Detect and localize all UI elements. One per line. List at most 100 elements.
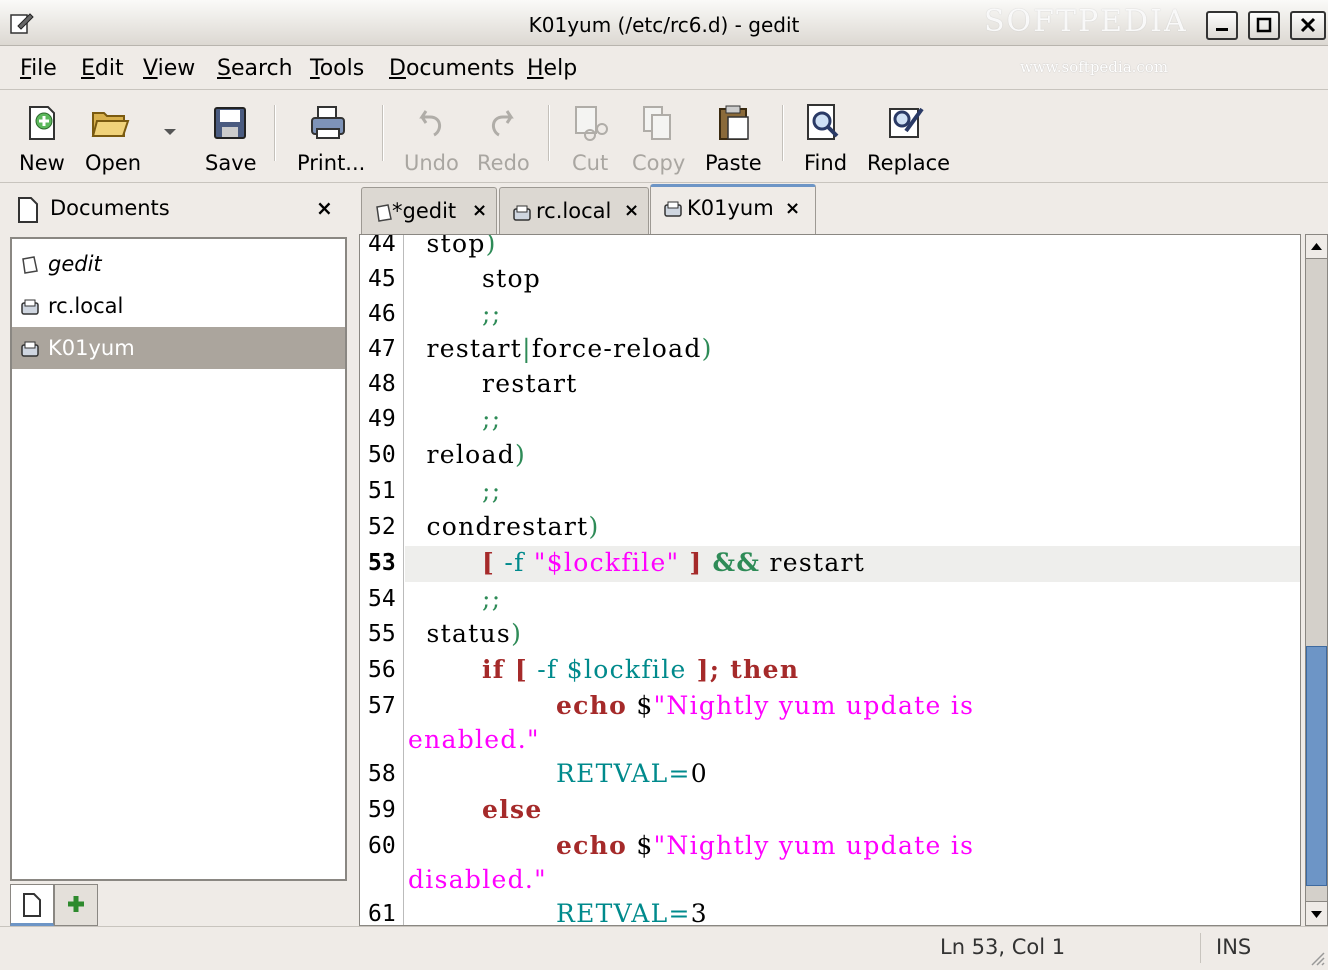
copy-icon	[643, 106, 671, 140]
document-icon	[18, 197, 38, 223]
resize-grip-icon[interactable]	[1308, 949, 1326, 967]
toolbar-separator	[274, 105, 276, 161]
print-button[interactable]: Print...	[292, 99, 368, 177]
line-number: 44	[368, 234, 396, 257]
tab-close-button[interactable]: ×	[624, 200, 639, 221]
plus-icon	[68, 896, 84, 912]
close-icon	[1300, 17, 1316, 33]
code-line: ;;	[408, 476, 502, 505]
toolbar-separator	[548, 105, 550, 161]
code-line: else	[481, 795, 543, 824]
tab-close-button[interactable]: ×	[785, 198, 800, 219]
script-document-icon	[513, 205, 531, 221]
line-number: 45	[368, 266, 396, 292]
cursor-position: Ln 53, Col 1	[940, 935, 1066, 959]
code-line: restart|force-reload)	[408, 334, 713, 363]
code-line: echo $"Nightly yum update is	[555, 831, 975, 860]
line-number: 48	[368, 371, 396, 397]
open-folder-icon	[91, 112, 130, 137]
chevron-down-icon	[164, 129, 176, 135]
line-number: 60	[368, 833, 396, 859]
side-pane-tabs	[10, 884, 347, 926]
side-tab-documents[interactable]	[10, 884, 54, 926]
line-number: 50	[368, 442, 396, 468]
replace-icon	[889, 107, 924, 138]
close-window-button[interactable]	[1290, 11, 1326, 40]
script-document-icon	[21, 341, 39, 357]
code-line: restart	[408, 369, 578, 398]
scroll-down-button[interactable]	[1306, 901, 1327, 925]
code-line: echo $"Nightly yum update is	[555, 691, 975, 720]
arrow-down-icon	[1311, 911, 1322, 918]
menu-help[interactable]: Help	[527, 56, 577, 81]
tab-close-button[interactable]: ×	[472, 200, 487, 221]
menu-tools[interactable]: Tools	[310, 56, 364, 81]
menu-bar: File Edit View Search Tools Documents He…	[0, 46, 1328, 90]
code-line: ;;	[408, 584, 502, 613]
script-document-icon	[21, 299, 39, 315]
tab-rc-local[interactable]: rc.local ×	[499, 187, 649, 234]
line-number: 61	[368, 901, 396, 926]
minimize-button[interactable]	[1206, 11, 1238, 40]
script-document-icon	[664, 201, 682, 217]
code-line: ;;	[408, 404, 502, 433]
scroll-up-button[interactable]	[1306, 235, 1327, 259]
scrollbar-thumb[interactable]	[1306, 646, 1327, 886]
line-number: 49	[368, 406, 396, 432]
status-divider	[1200, 933, 1201, 963]
copy-button[interactable]: Copy	[628, 99, 690, 177]
menu-documents[interactable]: Documents	[389, 56, 514, 81]
code-line: condrestart)	[408, 512, 600, 541]
vertical-scrollbar[interactable]	[1305, 234, 1328, 926]
softpedia-watermark: SOFTPEDIA	[984, 4, 1188, 39]
code-line: RETVAL=3	[555, 899, 708, 926]
undo-button[interactable]: Undo	[400, 99, 462, 177]
new-button[interactable]: New	[14, 99, 70, 177]
line-number: 51	[368, 478, 396, 504]
document-list-item-k01yum[interactable]: K01yum	[12, 327, 345, 369]
menu-edit[interactable]: Edit	[81, 56, 124, 81]
cut-button[interactable]: Cut	[566, 99, 616, 177]
redo-icon	[492, 110, 514, 137]
redo-button[interactable]: Redo	[473, 99, 535, 177]
toolbar-separator	[382, 105, 384, 161]
line-number: 53	[368, 550, 396, 576]
line-number: 58	[368, 761, 396, 787]
insert-mode-indicator: INS	[1216, 935, 1252, 959]
code-line: [ -f "$lockfile" ] && restart	[481, 548, 866, 577]
code-line-wrapped: disabled."	[408, 865, 547, 894]
text-editor[interactable]: 44 45 46 47 48 49 50 51 52 53 54 55 56 57 58 59 60 61 sto…	[359, 234, 1301, 926]
line-number: 57	[368, 693, 396, 719]
menu-search[interactable]: Search	[217, 56, 293, 81]
side-tab-add[interactable]	[54, 884, 98, 926]
side-pane: Documents × gedit rc.local K01yum	[0, 184, 356, 926]
new-document-icon	[29, 106, 55, 140]
gedit-window: K01yum (/etc/rc6.d) - gedit SOFTPEDIA Fi…	[0, 0, 1328, 970]
find-button[interactable]: Find	[800, 99, 852, 177]
unsaved-document-icon	[22, 256, 38, 274]
line-number: 46	[368, 301, 396, 327]
replace-button[interactable]: Replace	[864, 99, 954, 177]
tab-gedit[interactable]: *gedit ×	[361, 187, 497, 234]
side-pane-close-button[interactable]: ×	[316, 196, 333, 220]
maximize-button[interactable]	[1248, 11, 1280, 40]
menu-view[interactable]: View	[143, 56, 195, 81]
status-bar: Ln 53, Col 1 INS	[0, 926, 1328, 970]
open-recent-dropdown[interactable]	[156, 99, 186, 177]
code-line: stop)	[408, 234, 497, 258]
title-bar[interactable]: K01yum (/etc/rc6.d) - gedit SOFTPEDIA	[0, 0, 1328, 46]
arrow-up-icon	[1311, 243, 1322, 250]
menu-file[interactable]: File	[20, 56, 57, 81]
save-button[interactable]: Save	[200, 99, 264, 177]
document-list-item-rc-local[interactable]: rc.local	[12, 285, 345, 327]
code-line-wrapped: enabled."	[408, 725, 540, 754]
line-number-gutter: 44 45 46 47 48 49 50 51 52 53 54 55 56 57 58 59 60 61	[360, 234, 404, 926]
tab-k01yum[interactable]: K01yum ×	[650, 184, 816, 235]
toolbar-separator	[782, 105, 784, 161]
side-pane-header: Documents ×	[0, 184, 356, 234]
code-line: RETVAL=0	[555, 759, 708, 788]
paste-button[interactable]: Paste	[702, 99, 768, 177]
document-list-item-gedit[interactable]: gedit	[12, 243, 345, 285]
unsaved-document-icon	[376, 204, 392, 222]
open-button[interactable]: Open	[82, 99, 146, 177]
